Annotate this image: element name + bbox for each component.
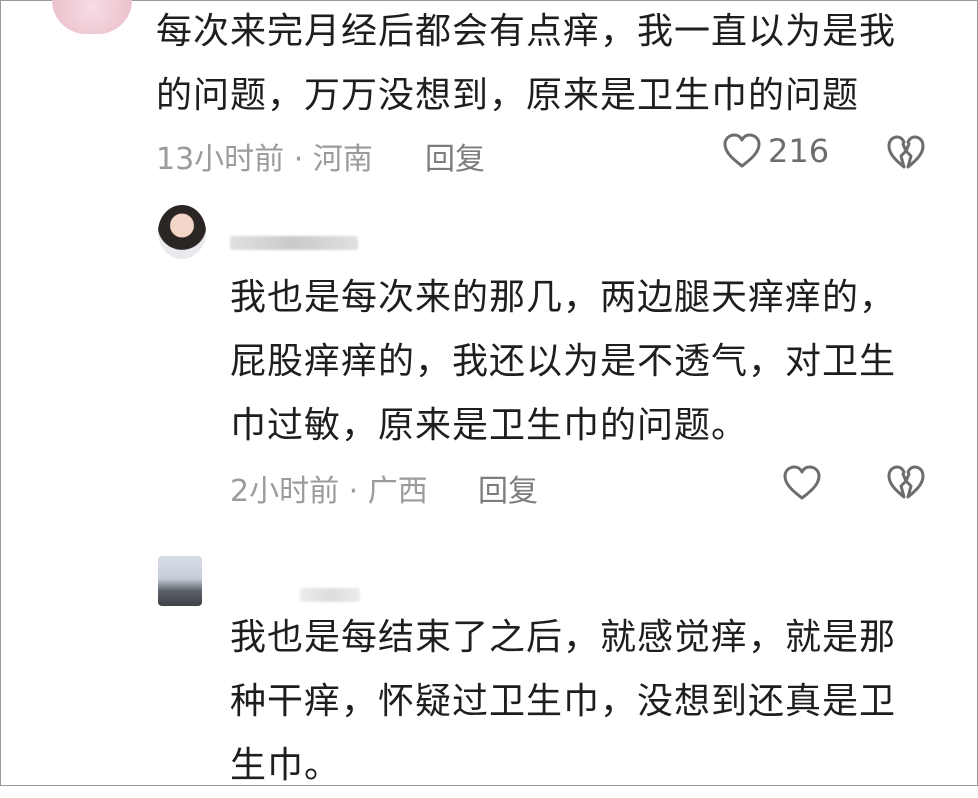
meta-separator: ·	[293, 142, 304, 177]
heart-outline-icon	[722, 132, 762, 170]
dislike-button[interactable]	[886, 464, 926, 502]
broken-heart-icon	[886, 134, 926, 172]
like-button[interactable]	[782, 464, 822, 502]
location: 广西	[367, 474, 428, 509]
timestamp: 2小时前	[230, 474, 340, 509]
reply-button[interactable]: 回复	[425, 134, 485, 178]
username-blurred	[230, 236, 358, 250]
location: 河南	[312, 142, 373, 177]
comment-text: 每次来完月经后都会有点痒，我一直以为是我 的问题，万万没想到，原来是卫生巾的问题	[156, 11, 897, 116]
meta-separator: ·	[348, 474, 359, 509]
avatar[interactable]	[158, 205, 206, 259]
comment-text: 我也是每结束了之后，就感觉痒，就是那 种干痒，怀疑过卫生巾，没想到还真是卫 生巾…	[230, 617, 897, 786]
comment-meta: 2小时前 · 广西	[230, 466, 428, 510]
username-blurred	[300, 588, 360, 602]
timestamp: 13小时前	[156, 142, 285, 177]
avatar[interactable]	[158, 556, 202, 606]
broken-heart-icon	[886, 464, 926, 502]
dislike-button[interactable]	[886, 134, 926, 172]
like-button[interactable]: 216	[722, 132, 829, 170]
reply-button[interactable]: 回复	[478, 466, 538, 510]
like-count: 216	[768, 132, 830, 170]
comment-meta: 13小时前 · 河南	[156, 134, 373, 178]
comment-text: 我也是每次来的那几，两边腿天痒痒的， 屁股痒痒的，我还以为是不透气，对卫生 巾过…	[230, 277, 897, 446]
heart-outline-icon	[782, 464, 822, 502]
